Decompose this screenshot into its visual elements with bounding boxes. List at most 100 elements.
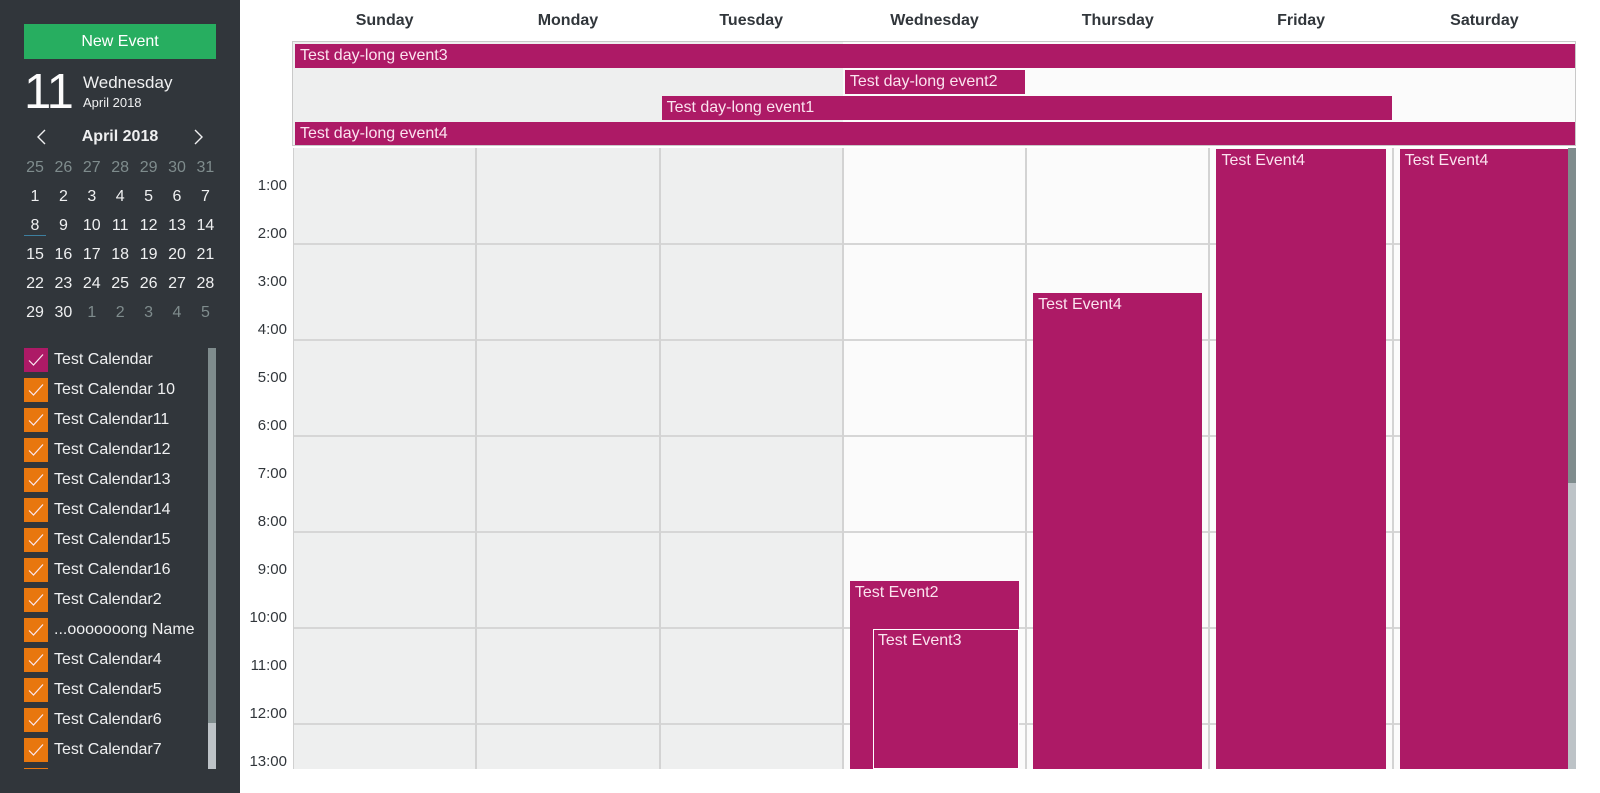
mini-calendar-day[interactable]: 2 [49, 187, 77, 207]
calendar-list-item[interactable]: Test Calendar6 [24, 708, 206, 732]
calendar-list-item[interactable]: Test Calendar4 [24, 648, 206, 672]
day-header-wednesday[interactable]: Wednesday [843, 10, 1026, 32]
mini-calendar-day[interactable]: 4 [163, 303, 191, 323]
mini-calendar-day[interactable]: 2 [106, 303, 134, 323]
day-column-sunday[interactable] [294, 148, 479, 769]
day-header-sunday[interactable]: Sunday [293, 10, 476, 32]
mini-calendar-day[interactable]: 1 [78, 303, 106, 323]
mini-calendar-day[interactable]: 28 [191, 274, 219, 294]
mini-calendar-day[interactable]: 12 [135, 216, 163, 236]
today-day-number: 11 [24, 65, 74, 119]
timed-event[interactable]: Test Event4 [1033, 293, 1203, 769]
prev-month-button[interactable] [33, 128, 51, 146]
calendar-checkbox[interactable] [24, 558, 48, 582]
mini-calendar-day[interactable]: 19 [135, 245, 163, 265]
mini-calendar-day[interactable]: 20 [163, 245, 191, 265]
calendar-checkbox[interactable] [24, 528, 48, 552]
time-grid: Test Event2 Test Event3 Test Event4 Test Ev… [293, 148, 1568, 769]
mini-calendar-day[interactable]: 24 [78, 274, 106, 294]
new-event-button[interactable]: New Event [24, 24, 216, 59]
mini-calendar-day[interactable]: 8 [21, 216, 49, 236]
calendar-checkbox[interactable] [24, 498, 48, 522]
all-day-event[interactable]: Test day-long event4 [295, 122, 1575, 145]
mini-calendar-day[interactable]: 29 [21, 303, 49, 323]
mini-calendar-day[interactable]: 1 [21, 187, 49, 207]
calendar-checkbox[interactable] [24, 678, 48, 702]
calendar-list-item[interactable]: Test Calendar11 [24, 408, 206, 432]
day-header-saturday[interactable]: Saturday [1393, 10, 1576, 32]
mini-calendar-day[interactable]: 10 [78, 216, 106, 236]
mini-calendar-day[interactable]: 26 [135, 274, 163, 294]
mini-calendar-day[interactable]: 3 [78, 187, 106, 207]
calendar-checkbox[interactable] [24, 738, 48, 762]
calendar-checkbox[interactable] [24, 348, 48, 372]
day-header-monday[interactable]: Monday [476, 10, 659, 32]
mini-calendar-day[interactable]: 16 [49, 245, 77, 265]
mini-calendar-day[interactable]: 4 [106, 187, 134, 207]
calendar-list-item[interactable]: Test Calendar [24, 348, 206, 372]
mini-calendar-day[interactable]: 25 [106, 274, 134, 294]
calendar-checkbox[interactable] [24, 768, 48, 769]
mini-calendar-day[interactable]: 22 [21, 274, 49, 294]
calendar-list-item[interactable]: Test Calendar13 [24, 468, 206, 492]
mini-calendar-day[interactable]: 11 [106, 216, 134, 236]
calendar-checkbox[interactable] [24, 468, 48, 492]
mini-calendar-day[interactable]: 27 [163, 274, 191, 294]
mini-calendar-day[interactable]: 5 [191, 303, 219, 323]
mini-calendar-day[interactable]: 28 [106, 158, 134, 178]
calendar-checkbox[interactable] [24, 408, 48, 432]
calendar-checkbox[interactable] [24, 378, 48, 402]
all-day-event[interactable]: Test day-long event1 [661, 96, 1392, 120]
mini-calendar-day[interactable]: 23 [49, 274, 77, 294]
mini-calendar-day[interactable]: 3 [135, 303, 163, 323]
day-header-friday[interactable]: Friday [1209, 10, 1392, 32]
time-grid-scrollbar[interactable] [1568, 148, 1576, 769]
mini-calendar-day[interactable]: 6 [163, 187, 191, 207]
mini-calendar-day[interactable]: 21 [191, 245, 219, 265]
timed-event[interactable]: Test Event3 [872, 629, 1020, 769]
time-grid-scrollbar-thumb[interactable] [1568, 148, 1576, 484]
mini-calendar-day[interactable]: 30 [163, 158, 191, 178]
day-header-tuesday[interactable]: Tuesday [660, 10, 843, 32]
mini-calendar-day[interactable]: 26 [49, 158, 77, 178]
calendar-list-scrollbar-thumb[interactable] [208, 348, 216, 723]
calendar-list-scrollbar[interactable] [208, 348, 216, 769]
calendar-list-item[interactable]: Test Calendar16 [24, 558, 206, 582]
calendar-list-item[interactable]: ...ooooooong Name [24, 618, 206, 642]
calendar-checkbox[interactable] [24, 708, 48, 732]
mini-calendar-day[interactable]: 29 [135, 158, 163, 178]
mini-calendar-day[interactable]: 18 [106, 245, 134, 265]
time-label: 11:00 [250, 657, 287, 674]
timed-event[interactable]: Test Event4 [1399, 149, 1568, 769]
all-day-event[interactable]: Test day-long event2 [844, 70, 1026, 94]
mini-calendar-day[interactable]: 30 [49, 303, 77, 323]
mini-calendar-day[interactable]: 13 [163, 216, 191, 236]
calendar-list-item[interactable]: Test Calendar2 [24, 588, 206, 612]
calendar-list-item[interactable]: Test Calendar14 [24, 498, 206, 522]
calendar-checkbox[interactable] [24, 438, 48, 462]
mini-calendar-day[interactable]: 17 [78, 245, 106, 265]
mini-calendar-day[interactable]: 9 [49, 216, 77, 236]
timed-event[interactable]: Test Event4 [1216, 149, 1386, 769]
calendar-list-item[interactable] [24, 768, 206, 769]
mini-calendar-day[interactable]: 31 [191, 158, 219, 178]
mini-calendar-day[interactable]: 7 [191, 187, 219, 207]
calendar-checkbox[interactable] [24, 618, 48, 642]
calendar-checkbox[interactable] [24, 588, 48, 612]
mini-calendar-day[interactable]: 5 [135, 187, 163, 207]
calendar-list-item[interactable]: Test Calendar 10 [24, 378, 206, 402]
calendar-checkbox[interactable] [24, 648, 48, 672]
all-day-event[interactable]: Test day-long event3 [295, 44, 1575, 68]
calendar-list-item[interactable]: Test Calendar7 [24, 738, 206, 762]
mini-calendar-day[interactable]: 14 [191, 216, 219, 236]
mini-calendar-day[interactable]: 27 [78, 158, 106, 178]
calendar-list-item[interactable]: Test Calendar5 [24, 678, 206, 702]
next-month-button[interactable] [189, 128, 207, 146]
calendar-list-item[interactable]: Test Calendar12 [24, 438, 206, 462]
day-column-tuesday[interactable] [660, 148, 845, 769]
mini-calendar-day[interactable]: 25 [21, 158, 49, 178]
day-header-thursday[interactable]: Thursday [1026, 10, 1209, 32]
calendar-list-item[interactable]: Test Calendar15 [24, 528, 206, 552]
mini-calendar-day[interactable]: 15 [21, 245, 49, 265]
day-column-monday[interactable] [477, 148, 662, 769]
